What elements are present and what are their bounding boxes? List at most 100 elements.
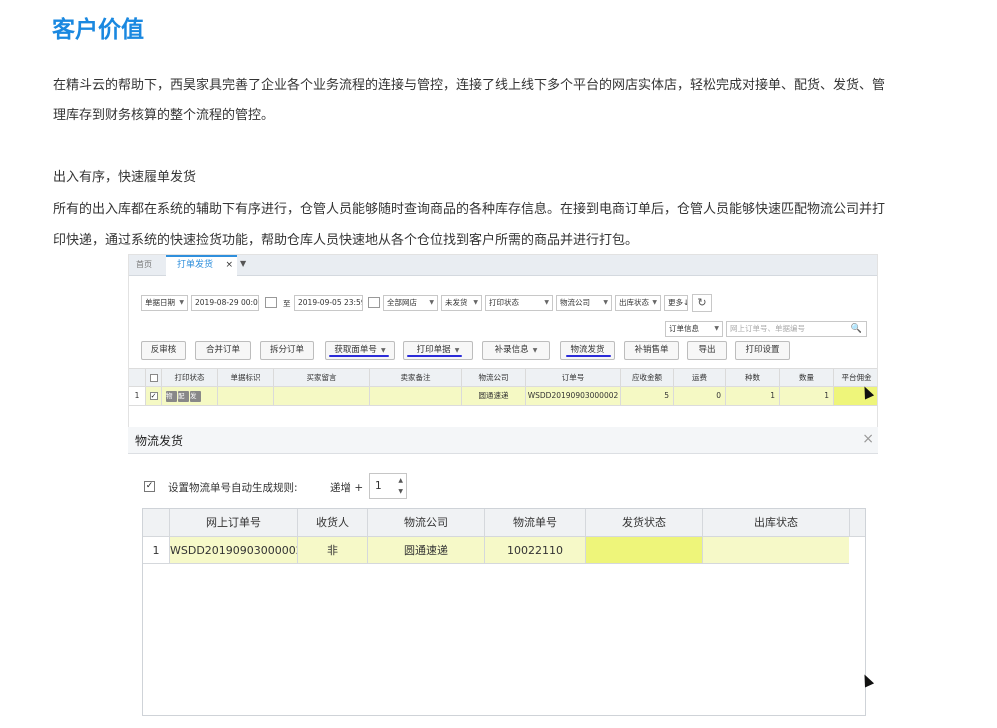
- tab-order-shipping[interactable]: 打单发货 ×: [166, 255, 237, 276]
- shop-select[interactable]: 全部网店 ▼: [383, 295, 438, 311]
- row-index: 1: [129, 387, 145, 405]
- supplement-info-button[interactable]: 补录信息 ▼: [482, 341, 550, 360]
- search-placeholder: 网上订单号、单据编号: [730, 324, 805, 333]
- row-order-no: WSDD20190903000002: [525, 387, 620, 405]
- grid-col-header[interactable]: 买家留言: [273, 369, 369, 386]
- increment-stepper[interactable]: 1 ▲ ▼: [369, 473, 407, 499]
- chevron-down-icon[interactable]: ▼: [240, 259, 246, 268]
- chevron-down-icon: ▼: [652, 299, 657, 306]
- date-to-value: 2019-09-05 23:59: [298, 298, 363, 307]
- checkbox[interactable]: [149, 374, 158, 382]
- print-settings-button[interactable]: 打印设置: [735, 341, 790, 360]
- row-freight: 0: [673, 387, 725, 405]
- ship-table-header: 网上订单号 收货人 物流公司 物流单号 发货状态 出库状态: [143, 509, 865, 537]
- chevron-down-icon: ▼: [454, 347, 460, 354]
- date-type-select[interactable]: 单据日期 ▼: [141, 295, 188, 311]
- more-filters-button[interactable]: 更多↓: [664, 295, 688, 311]
- refresh-icon[interactable]: ↻: [692, 294, 712, 312]
- grid-col-header[interactable]: 数量: [779, 369, 833, 386]
- table-row[interactable]: 1 ✓ 物配发 圆通速递 WSDD20190903000002 5 0 1 1: [129, 387, 877, 406]
- annotation-underline: [566, 355, 611, 357]
- date-to-input[interactable]: 2019-09-05 23:59: [294, 295, 363, 311]
- outbound-select[interactable]: 出库状态 ▼: [615, 295, 661, 311]
- intro-line-1: 在精斗云的帮助下，西昊家具完善了企业各个业务流程的连接与管控，连接了线上线下多个…: [53, 78, 886, 93]
- date-from-input[interactable]: 2019-08-29 00:00: [191, 295, 259, 311]
- resale-order-button[interactable]: 补销售单: [624, 341, 679, 360]
- print-status-tags: 物配发: [161, 387, 217, 405]
- checkbox[interactable]: ✓: [149, 392, 158, 400]
- dialog-title: 物流发货: [135, 434, 184, 448]
- ship-row-order-no: WSDD20190903000002: [169, 537, 297, 563]
- grid-col-header[interactable]: 卖家备注: [369, 369, 461, 386]
- export-button[interactable]: 导出: [687, 341, 727, 360]
- logistics-select[interactable]: 物流公司 ▼: [556, 295, 612, 311]
- close-icon[interactable]: ×: [225, 257, 233, 274]
- search-input[interactable]: 网上订单号、单据编号 🔍: [726, 321, 867, 337]
- ship-row-logistics[interactable]: 圆通速递: [367, 537, 484, 563]
- ship-row-outbound-status: [702, 537, 849, 563]
- ship-col-header: 物流单号: [484, 509, 585, 536]
- auto-rule-checkbox[interactable]: ✓: [144, 481, 155, 492]
- get-waybill-button[interactable]: 获取面单号 ▼: [325, 341, 395, 360]
- logistics-value: 物流公司: [560, 298, 590, 307]
- ship-col-header: 物流公司: [367, 509, 484, 536]
- order-info-select[interactable]: 订单信息 ▼: [665, 321, 723, 337]
- chevron-down-icon[interactable]: ▼: [398, 488, 403, 495]
- tab-home[interactable]: 首页: [136, 259, 152, 270]
- row-seller-note: [369, 387, 461, 405]
- row-logistics: 圆通速递: [461, 387, 525, 405]
- grid-col-header[interactable]: 物流公司: [461, 369, 525, 386]
- calendar-icon[interactable]: [368, 297, 380, 308]
- row-buyer-message: [273, 387, 369, 405]
- date-type-value: 单据日期: [145, 298, 175, 307]
- print-state-select[interactable]: 打印状态 ▼: [485, 295, 553, 311]
- increment-label: 递增 +: [330, 482, 364, 494]
- ship-col-header: 网上订单号: [169, 509, 297, 536]
- calendar-icon[interactable]: [265, 297, 277, 308]
- order-grid-header: 打印状态 单据标识 买家留言 卖家备注 物流公司 订单号 应收金额 运费 种数 …: [129, 368, 877, 387]
- ship-row-index: 1: [143, 537, 169, 563]
- row-checkbox[interactable]: ✓: [145, 387, 161, 405]
- grid-col-header[interactable]: 单据标识: [217, 369, 273, 386]
- chevron-down-icon: ▼: [473, 299, 478, 306]
- date-from-value: 2019-08-29 00:00: [195, 298, 259, 307]
- print-doc-label: 打印单据: [416, 345, 451, 355]
- merge-order-button[interactable]: 合并订单: [195, 341, 251, 360]
- grid-select-all[interactable]: [145, 369, 161, 386]
- chevron-down-icon: ▼: [429, 299, 434, 306]
- chevron-down-icon: ▼: [179, 299, 184, 306]
- ship-col-header: 出库状态: [702, 509, 849, 536]
- grid-col-header[interactable]: 运费: [673, 369, 725, 386]
- intro-line-2: 理库存到财务核算的整个流程的管控。: [53, 108, 275, 123]
- ship-row-waybill[interactable]: 10022110: [484, 537, 585, 563]
- split-order-button[interactable]: 拆分订单: [260, 341, 314, 360]
- close-icon[interactable]: ×: [862, 431, 874, 447]
- section-subheading: 出入有序，快速履单发货: [53, 170, 197, 185]
- chevron-up-icon[interactable]: ▲: [398, 477, 403, 484]
- ship-state-value: 未发货: [445, 298, 468, 307]
- chevron-down-icon: ▼: [714, 325, 719, 332]
- outbound-value: 出库状态: [619, 298, 649, 307]
- chevron-down-icon: ▼: [603, 299, 608, 306]
- date-to-separator: 至: [283, 299, 291, 308]
- row-qty: 1: [779, 387, 833, 405]
- ship-state-select[interactable]: 未发货 ▼: [441, 295, 482, 311]
- logistics-ship-button[interactable]: 物流发货: [560, 341, 615, 360]
- tag-shipping: 发: [190, 390, 201, 402]
- search-icon[interactable]: 🔍: [851, 322, 862, 336]
- print-doc-button[interactable]: 打印单据 ▼: [403, 341, 473, 360]
- ship-row-receiver: 非: [297, 537, 367, 563]
- annotation-underline: [407, 355, 462, 357]
- print-state-value: 打印状态: [489, 298, 519, 307]
- grid-index-head: [129, 369, 145, 386]
- body-line-1: 所有的出入库都在系统的辅助下有序进行，仓管人员能够随时查询商品的各种库存信息。在…: [53, 202, 886, 217]
- increment-value: 1: [375, 480, 382, 492]
- grid-col-header[interactable]: 平台佣金: [833, 369, 877, 386]
- grid-col-header[interactable]: 订单号: [525, 369, 620, 386]
- unapprove-button[interactable]: 反审核: [141, 341, 186, 360]
- ship-col-header: 收货人: [297, 509, 367, 536]
- grid-col-header[interactable]: 打印状态: [161, 369, 217, 386]
- table-row[interactable]: 1 WSDD20190903000002 非 圆通速递 10022110: [143, 537, 849, 564]
- grid-col-header[interactable]: 应收金额: [620, 369, 673, 386]
- grid-col-header[interactable]: 种数: [725, 369, 779, 386]
